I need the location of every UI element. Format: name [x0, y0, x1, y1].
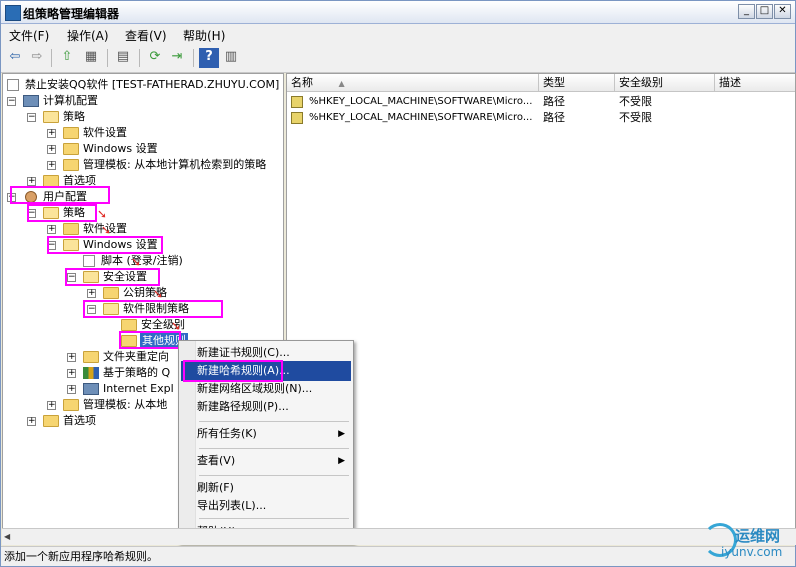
folder-icon	[63, 159, 79, 171]
window-title: 组策略管理编辑器	[23, 7, 120, 21]
path-rule-icon	[291, 96, 303, 108]
column-header-type[interactable]: 类型	[539, 74, 615, 92]
red-arrow-icon: ➘	[153, 287, 164, 301]
menu-view[interactable]: 查看(V)	[125, 27, 167, 44]
expand-icon[interactable]: +	[67, 369, 76, 378]
expand-icon[interactable]: +	[67, 385, 76, 394]
group-policy-editor-window: 组策略管理编辑器 _ □ ✕ 文件(F) 操作(A) 查看(V) 帮助(H) ⇦…	[0, 0, 796, 567]
sort-ascending-icon: ▲	[338, 79, 345, 88]
collapse-icon[interactable]: −	[7, 97, 16, 106]
red-arrow-icon: ➘	[101, 223, 112, 237]
maximize-button[interactable]: □	[756, 4, 773, 19]
back-icon[interactable]: ⇦	[5, 48, 25, 68]
expand-icon[interactable]: +	[47, 145, 56, 154]
policy-doc-icon	[7, 79, 19, 91]
expand-icon[interactable]: +	[47, 225, 56, 234]
expand-icon[interactable]: +	[27, 417, 36, 426]
bar-chart-icon	[83, 367, 99, 379]
toolbar-separator	[107, 49, 108, 67]
help-icon[interactable]: ?	[199, 48, 219, 68]
close-button[interactable]: ✕	[774, 4, 791, 19]
view-icon[interactable]: ▥	[221, 48, 241, 68]
menu-item-view[interactable]: 查看(V) ▶	[181, 451, 351, 471]
folder-icon	[103, 287, 119, 299]
menu-separator	[199, 448, 349, 449]
menu-item-new-network-rule[interactable]: 新建网络区域规则(N)...	[181, 379, 351, 399]
menu-item-export-list[interactable]: 导出列表(L)...	[181, 496, 351, 516]
folder-icon	[83, 351, 99, 363]
menu-help[interactable]: 帮助(H)	[183, 27, 225, 44]
path-rule-icon	[291, 112, 303, 124]
red-arrow-icon: ➘	[131, 255, 142, 269]
highlight-box-windows-settings	[47, 236, 163, 254]
show-tree-icon[interactable]: ▦	[81, 48, 101, 68]
column-header-name[interactable]: 名称 ▲	[287, 74, 539, 92]
scroll-left-icon[interactable]: ◀	[4, 532, 10, 541]
up-level-icon[interactable]: ⇧	[57, 48, 77, 68]
menu-bar: 文件(F) 操作(A) 查看(V) 帮助(H)	[1, 24, 795, 44]
highlight-box-policies	[27, 204, 97, 222]
forward-icon[interactable]: ⇨	[27, 48, 47, 68]
expand-icon[interactable]: +	[47, 161, 56, 170]
computer-icon	[23, 95, 39, 107]
submenu-arrow-icon: ▶	[338, 429, 345, 439]
menu-action[interactable]: 操作(A)	[67, 27, 109, 44]
highlight-box-srp	[83, 300, 223, 318]
menu-separator	[199, 518, 349, 519]
toolbar-separator	[139, 49, 140, 67]
toolbar-separator	[193, 49, 194, 67]
menu-separator	[199, 475, 349, 476]
properties-icon[interactable]: ▤	[113, 48, 133, 68]
horizontal-scrollbar[interactable]: ◀	[2, 528, 796, 545]
menu-item-new-path-rule[interactable]: 新建路径规则(P)...	[181, 397, 351, 417]
title-bar: 组策略管理编辑器 _ □ ✕	[1, 1, 795, 24]
folder-icon	[43, 415, 59, 427]
folder-icon	[63, 399, 79, 411]
folder-icon	[63, 223, 79, 235]
folder-icon	[63, 127, 79, 139]
menu-separator	[199, 421, 349, 422]
minimize-button[interactable]: _	[738, 4, 755, 19]
app-icon	[5, 5, 21, 21]
folder-icon	[43, 111, 59, 123]
highlight-box-new-hash-rule	[183, 360, 283, 382]
ie-icon	[83, 383, 99, 395]
menu-item-refresh[interactable]: 刷新(F)	[181, 478, 351, 498]
list-item[interactable]: %HKEY_LOCAL_MACHINE\SOFTWARE\Micro... 路径…	[289, 94, 789, 110]
expand-icon[interactable]: +	[47, 129, 56, 138]
list-item[interactable]: %HKEY_LOCAL_MACHINE\SOFTWARE\Micro... 路径…	[289, 110, 789, 126]
expand-icon[interactable]: +	[67, 353, 76, 362]
red-arrow-icon: ➘	[171, 319, 182, 333]
collapse-icon[interactable]: −	[27, 113, 36, 122]
toolbar: ⇦ ⇨ ⇧ ▦ ▤ ⟳ ⇥ ? ▥	[1, 44, 795, 73]
highlight-box-security-settings	[65, 268, 160, 286]
highlight-box-other-rules	[119, 331, 181, 349]
export-icon[interactable]: ⇥	[167, 48, 187, 68]
submenu-arrow-icon: ▶	[338, 456, 345, 466]
highlight-box-user-config	[10, 186, 110, 204]
watermark-logo: 运维网 iyunv.com	[699, 521, 795, 565]
expand-icon[interactable]: +	[27, 177, 36, 186]
column-header-level[interactable]: 安全级别	[615, 74, 715, 92]
folder-icon	[121, 319, 137, 331]
context-menu: 新建证书规则(C)... 新建哈希规则(A)... 新建网络区域规则(N)...…	[178, 340, 354, 544]
script-icon	[83, 255, 95, 267]
menu-file[interactable]: 文件(F)	[9, 27, 49, 44]
red-arrow-icon: ➘	[97, 207, 108, 221]
expand-icon[interactable]: +	[47, 401, 56, 410]
column-header-desc[interactable]: 描述	[715, 74, 795, 92]
toolbar-separator	[51, 49, 52, 67]
expand-icon[interactable]: +	[87, 289, 96, 298]
details-pane[interactable]: 名称 ▲ 类型 安全级别 描述 %HKEY_LOCAL_MACHINE\SOFT…	[286, 73, 796, 529]
menu-item-all-tasks[interactable]: 所有任务(K) ▶	[181, 424, 351, 444]
refresh-icon[interactable]: ⟳	[145, 48, 165, 68]
folder-icon	[63, 143, 79, 155]
status-bar: 添加一个新应用程序哈希规则。	[1, 546, 795, 566]
